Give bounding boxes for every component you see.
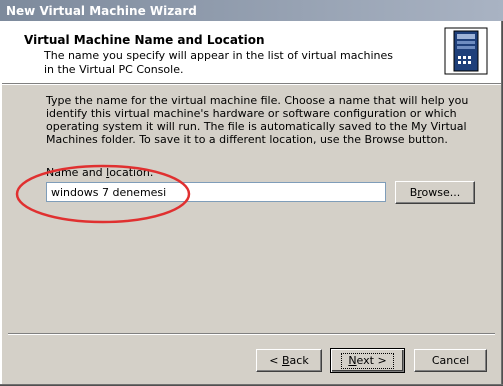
- header-divider: [0, 83, 503, 85]
- back-button[interactable]: < Back: [256, 349, 322, 372]
- page-title: Virtual Machine Name and Location: [24, 33, 265, 47]
- cancel-button[interactable]: Cancel: [414, 349, 487, 372]
- label-part: ocation:: [109, 166, 154, 179]
- instructions-text: Type the name for the virtual machine fi…: [46, 94, 469, 146]
- wizard-header: Virtual Machine Name and Location The na…: [0, 21, 503, 83]
- title-bar[interactable]: New Virtual Machine Wizard: [0, 0, 503, 21]
- focus-ring: Next >: [341, 352, 394, 369]
- window-title: New Virtual Machine Wizard: [6, 4, 197, 18]
- browse-button[interactable]: Browse...: [395, 181, 475, 204]
- server-tower-icon: [444, 27, 488, 75]
- next-button[interactable]: Next >: [330, 348, 405, 373]
- footer-divider: [8, 333, 495, 335]
- label-part: ack: [289, 353, 309, 367]
- name-location-input[interactable]: [46, 182, 386, 202]
- page-subtitle: The name you specify will appear in the …: [44, 49, 394, 76]
- access-key: B: [282, 353, 290, 367]
- wizard-window: New Virtual Machine Wizard Virtual Machi…: [0, 0, 503, 386]
- name-location-label: Name and location:: [46, 166, 154, 179]
- label-part: <: [269, 353, 282, 367]
- window-frame-left: [0, 21, 2, 386]
- label-part: owse...: [421, 185, 461, 199]
- access-key: N: [348, 353, 357, 367]
- label-part: Name and: [46, 166, 107, 179]
- label-part: ext >: [356, 353, 387, 367]
